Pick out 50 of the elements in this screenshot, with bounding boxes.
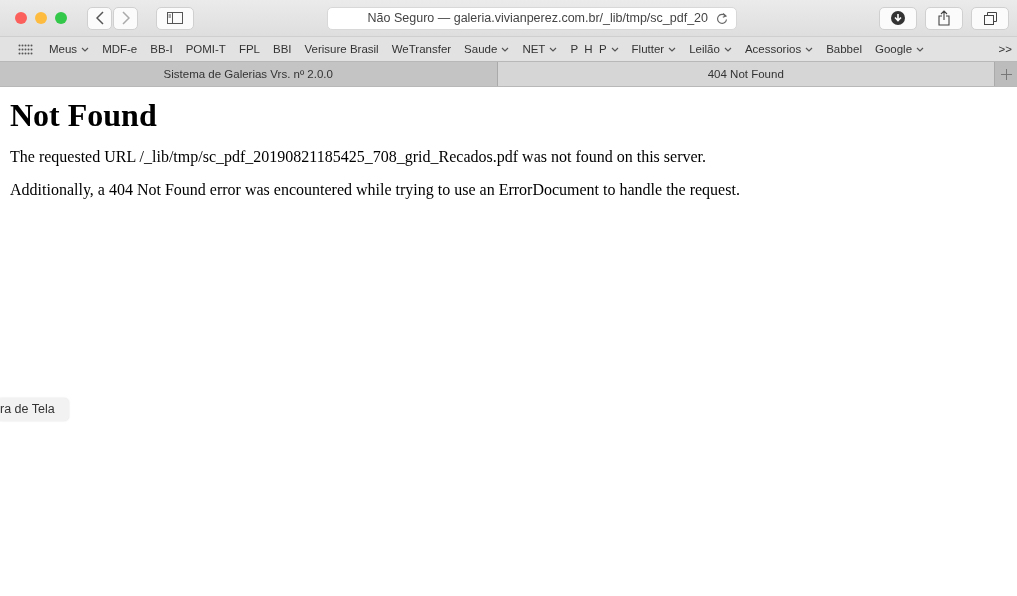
bookmark-item[interactable]: Saude (464, 43, 510, 55)
bookmark-item[interactable]: Babbel (826, 43, 862, 55)
back-button[interactable] (87, 6, 112, 30)
bookmark-item[interactable]: WeTransfer (391, 43, 452, 55)
zoom-button[interactable] (55, 12, 67, 24)
bookmark-item[interactable]: P H P (570, 43, 619, 55)
bookmark-item[interactable]: BBI (273, 43, 292, 55)
bookmark-item[interactable]: POMI-T (185, 43, 226, 55)
share-icon (938, 10, 950, 26)
error-message: The requested URL /_lib/tmp/sc_pdf_20190821185425_708_grid_Recados.pdf was not found on this server. (10, 148, 708, 166)
browser-tab[interactable]: Sistema de Galerias Vrs. nº 2.0.0 (0, 62, 498, 86)
chevron-down-icon (805, 46, 814, 52)
share-button[interactable] (925, 6, 963, 30)
close-button[interactable] (15, 12, 27, 24)
chevron-down-icon (723, 46, 732, 52)
sidebar-button[interactable] (156, 6, 194, 30)
chevron-down-icon (501, 46, 510, 52)
reload-icon[interactable] (716, 11, 728, 25)
bookmark-item[interactable]: Acessorios (744, 43, 814, 55)
bookmark-item[interactable]: FPL (238, 43, 260, 55)
chevron-down-icon (610, 46, 619, 52)
back-icon (95, 11, 104, 25)
chevron-down-icon (668, 46, 677, 52)
page-heading: Not Found (10, 97, 158, 134)
browser-tab[interactable]: 404 Not Found (497, 62, 995, 86)
sidebar-icon (167, 12, 183, 24)
tabs-overview-button[interactable] (971, 6, 1009, 30)
chevron-down-icon (81, 46, 90, 52)
download-button[interactable] (879, 6, 917, 30)
plus-icon (1000, 68, 1012, 80)
bookmark-item[interactable]: Verisure Brasil (304, 43, 379, 55)
address-field[interactable]: Não Seguro — galeria.vivianperez.com.br/_lib/tmp/sc_pdf_20 (327, 6, 737, 30)
download-icon (891, 11, 905, 25)
bookmark-item[interactable]: Leilão (689, 43, 732, 55)
bookmark-item[interactable]: BB-I (150, 43, 173, 55)
tooltip: ra de Tela (0, 398, 69, 421)
tabs-overview-icon (983, 11, 997, 25)
bookmark-item[interactable]: MDF-e (102, 43, 138, 55)
forward-button[interactable] (113, 6, 138, 30)
error-message: Additionally, a 404 Not Found error was encountered while trying to use an ErrorDocument to handle the request. (10, 181, 741, 199)
bookmark-item[interactable]: Google (874, 43, 925, 55)
bookmark-item[interactable]: NET (522, 43, 558, 55)
new-tab-button[interactable] (995, 62, 1017, 86)
bookmark-item[interactable]: Meus (49, 43, 90, 55)
bookmark-item[interactable]: Flutter (631, 43, 677, 55)
chevron-down-icon (916, 46, 925, 52)
forward-icon (121, 11, 130, 25)
grid-icon[interactable] (18, 43, 33, 55)
chevron-down-icon (549, 46, 558, 52)
more-bookmarks-button[interactable]: >> (998, 43, 1012, 55)
